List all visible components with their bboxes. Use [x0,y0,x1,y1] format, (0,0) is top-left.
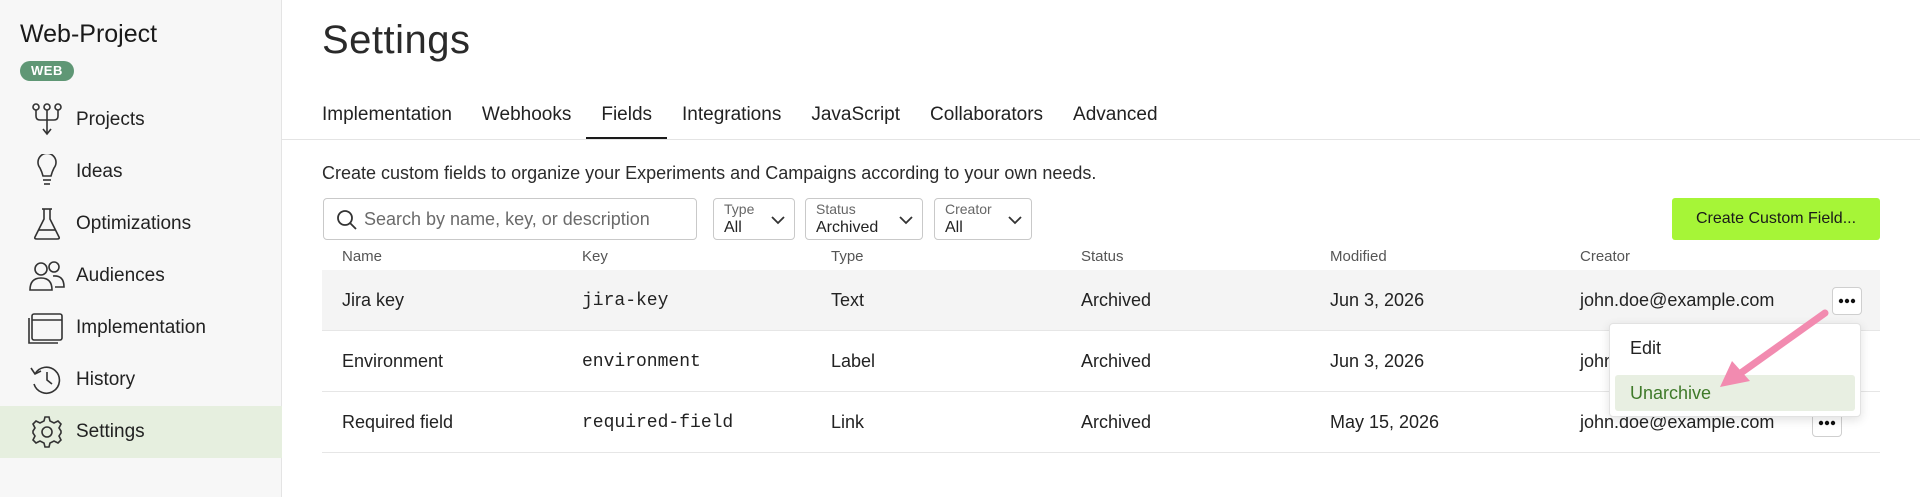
history-icon [28,362,66,398]
tab-fields[interactable]: Fields [586,98,667,140]
field-modified: Jun 3, 2026 [1330,290,1425,310]
more-icon [1838,298,1856,304]
field-key: environment [582,352,701,372]
search-icon [336,209,358,231]
sidebar-item-history[interactable]: History [0,354,282,406]
tab-advanced[interactable]: Advanced [1073,98,1158,140]
status-filter[interactable]: Status Archived [805,198,923,240]
sidebar-nav: Projects Ideas Optimizations Audiences I… [0,94,282,458]
column-header-status[interactable]: Status [1081,248,1124,265]
field-name: Jira key [342,290,405,310]
status-filter-value: Archived [816,219,879,236]
sidebar-item-label: Audiences [76,265,165,286]
gear-icon [28,414,66,450]
sidebar-item-audiences[interactable]: Audiences [0,250,282,302]
type-filter[interactable]: Type All [713,198,795,240]
field-type: Link [831,412,865,432]
field-type: Label [831,351,876,371]
column-header-key[interactable]: Key [582,248,608,265]
field-status: Archived [1081,412,1152,432]
page-title: Settings [322,18,471,62]
search-input[interactable] [364,199,684,239]
field-key: required-field [582,413,734,433]
page-description: Create custom fields to organize your Ex… [322,163,1097,183]
more-actions-button[interactable] [1832,287,1862,315]
creator-filter[interactable]: Creator All [934,198,1032,240]
tab-webhooks[interactable]: Webhooks [482,98,571,140]
sidebar-item-label: Settings [76,421,145,442]
column-header-creator[interactable]: Creator [1580,248,1630,265]
field-key: jira-key [582,291,669,311]
users-icon [28,258,66,294]
field-type: Text [831,290,865,310]
creator-filter-value: All [945,219,963,236]
sidebar: Web-Project WEB Projects Ideas Optimizat… [0,0,282,497]
column-header-modified[interactable]: Modified [1330,248,1387,265]
creator-filter-label: Creator [945,201,992,217]
tabs-divider [282,139,1920,140]
main-content: Settings Implementation Webhooks Fields … [282,0,1920,497]
status-filter-label: Status [816,201,856,217]
create-custom-field-button[interactable]: Create Custom Field... [1672,198,1880,240]
sidebar-item-label: Implementation [76,317,206,338]
sidebar-item-label: History [76,369,136,390]
sidebar-item-label: Ideas [76,161,123,182]
column-header-name[interactable]: Name [342,248,382,265]
type-filter-label: Type [724,201,755,217]
tab-integrations[interactable]: Integrations [682,98,781,140]
field-status: Archived [1081,290,1152,310]
sidebar-item-settings[interactable]: Settings [0,406,282,458]
chevron-down-icon [770,212,786,228]
field-status: Archived [1081,351,1152,371]
sidebar-item-ideas[interactable]: Ideas [0,146,282,198]
sidebar-item-projects[interactable]: Projects [0,94,282,146]
settings-tabs: Implementation Webhooks Fields Integrati… [322,98,1188,140]
field-name: Environment [342,351,444,371]
tab-collaborators[interactable]: Collaborators [930,98,1043,140]
window-icon [28,310,66,346]
chevron-down-icon [898,212,914,228]
search-box[interactable] [323,198,697,240]
lightbulb-icon [28,152,66,190]
tab-javascript[interactable]: JavaScript [811,98,900,140]
column-header-type[interactable]: Type [831,248,864,265]
sidebar-item-label: Optimizations [76,213,192,234]
table-header: Name Key Type Status Modified Creator [322,244,1880,270]
field-modified: May 15, 2026 [1330,412,1440,432]
tab-implementation[interactable]: Implementation [322,98,452,140]
table-row[interactable]: Jira key jira-key Text Archived Jun 3, 2… [322,270,1880,331]
flask-icon [28,206,66,242]
field-name: Required field [342,412,454,432]
sidebar-item-optimizations[interactable]: Optimizations [0,198,282,250]
sidebar-item-implementation[interactable]: Implementation [0,302,282,354]
projects-icon [28,102,66,138]
project-name[interactable]: Web-Project [20,20,157,49]
annotation-arrow-icon [1720,309,1829,387]
more-icon [1818,420,1836,426]
sidebar-item-label: Projects [76,109,145,130]
project-badge: WEB [20,61,74,81]
field-modified: Jun 3, 2026 [1330,351,1425,371]
type-filter-value: All [724,219,742,236]
chevron-down-icon [1007,212,1023,228]
